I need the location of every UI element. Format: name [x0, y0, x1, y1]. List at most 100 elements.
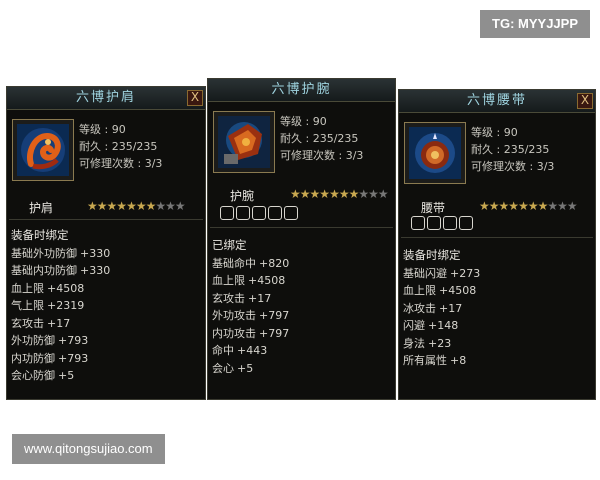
attribute-name: 内功防御 [11, 351, 55, 365]
item-stats: 等级 : 90 耐久 : 235/235 可修理次数 : 3/3 [471, 124, 554, 175]
attribute-value: +2319 [47, 299, 85, 312]
item-tooltip-wrist: 六博护腕 等级 : 90 耐久 : 235/235 可修理次数 : 3/3 护腕… [207, 78, 396, 400]
star-icon: ★ [338, 187, 350, 201]
item-name: 护腕 [230, 189, 255, 203]
attribute-row: 气上限 +2319 [11, 297, 201, 315]
attribute-value: +4508 [47, 281, 85, 295]
attribute-row: 血上限 +4508 [212, 272, 391, 290]
attribute-row: 基础内功防御 +330 [11, 262, 201, 280]
attribute-row: 会心防御 +5 [11, 367, 201, 385]
attribute-name: 外功防御 [11, 334, 55, 347]
attribute-row: 基础外功防御 +330 [11, 245, 201, 263]
attribute-name: 内功攻击 [212, 326, 256, 340]
attribute-name: 会心防御 [11, 369, 55, 382]
attribute-value: +443 [237, 344, 268, 357]
attribute-name: 气上限 [11, 299, 44, 312]
star-icon: ★ [135, 199, 147, 213]
star-rating: ★★★★★★★★★★ [87, 199, 186, 213]
attribute-row: 会心 +5 [212, 360, 391, 378]
star-icon: ★ [498, 199, 510, 213]
level-text: 等级 : 90 [79, 123, 126, 136]
repair-count-text: 可修理次数 : 3/3 [79, 157, 163, 170]
attribute-value: +330 [80, 246, 111, 260]
star-icon: ★ [518, 199, 529, 213]
durability-text: 耐久 : 235/235 [471, 143, 550, 156]
gem-slot[interactable] [252, 206, 266, 220]
attribute-value: +4508 [439, 284, 477, 297]
star-icon: ★ [488, 199, 500, 213]
attribute-value: +797 [259, 326, 290, 340]
attribute-row: 内功攻击 +797 [212, 325, 391, 343]
divider [210, 227, 393, 228]
attribute-row: 命中 +443 [212, 342, 391, 360]
star-icon: ★ [155, 199, 166, 213]
attribute-row: 血上限 +4508 [403, 282, 591, 300]
attribute-name: 基础命中 [212, 256, 256, 270]
star-icon: ★ [329, 187, 340, 201]
attribute-row: 闪避 +148 [403, 317, 591, 335]
attribute-row: 外功防御 +793 [11, 332, 201, 350]
close-button[interactable]: X [187, 90, 203, 106]
gem-slot[interactable] [459, 216, 473, 230]
attribute-name: 基础内功防御 [11, 264, 77, 277]
attribute-name: 所有属性 [403, 354, 447, 367]
divider [9, 219, 203, 220]
attribute-name: 闪避 [403, 319, 425, 332]
item-tooltip-belt: 六博腰带 X 等级 : 90 耐久 : 235/235 可修理次数 : 3/3 … [398, 89, 596, 400]
attribute-value: +148 [428, 319, 459, 332]
close-button[interactable]: X [577, 93, 593, 109]
star-icon: ★ [290, 187, 301, 201]
attribute-list: 装备时绑定 基础外功防御 +330 基础内功防御 +330 血上限 +4508 气上限 +23… [11, 227, 201, 385]
attribute-value: +4508 [248, 274, 286, 287]
panel-title-text: 六博护肩 [75, 90, 136, 105]
item-stats: 等级 : 90 耐久 : 235/235 可修理次数 : 3/3 [280, 113, 363, 164]
durability-text: 耐久 : 235/235 [79, 140, 158, 153]
gem-slot[interactable] [220, 206, 234, 220]
gem-slot[interactable] [284, 206, 298, 220]
attribute-value: +5 [58, 369, 75, 382]
attribute-row: 血上限 +4508 [11, 280, 201, 298]
attribute-row: 冰攻击 +17 [403, 300, 591, 318]
attribute-name: 命中 [212, 344, 234, 357]
level-text: 等级 : 90 [280, 115, 327, 128]
star-icon: ★ [126, 199, 137, 213]
gem-slot[interactable] [236, 206, 250, 220]
attribute-name: 外功攻击 [212, 309, 256, 322]
shoulder-armor-icon [12, 119, 74, 181]
attribute-value: +8 [450, 354, 467, 367]
star-icon: ★ [508, 199, 519, 213]
star-icon: ★ [174, 199, 186, 213]
attribute-row: 玄攻击 +17 [11, 315, 201, 333]
attribute-value: +5 [237, 361, 254, 375]
star-icon: ★ [547, 199, 558, 213]
gem-slot[interactable] [411, 216, 425, 230]
star-icon: ★ [116, 199, 127, 213]
bind-status: 装备时绑定 [11, 228, 69, 242]
item-name: 腰带 [421, 201, 446, 215]
watermark-bottom: www.qitongsujiao.com [12, 434, 165, 464]
attribute-list: 装备时绑定 基础闪避 +273 血上限 +4508 冰攻击 +17 闪避 +148 身法 +23 所… [403, 247, 591, 370]
level-text: 等级 : 90 [471, 126, 518, 139]
star-icon: ★ [358, 187, 369, 201]
attribute-row: 内功防御 +793 [11, 350, 201, 368]
star-icon: ★ [537, 199, 549, 213]
attribute-name: 身法 [403, 336, 425, 350]
star-icon: ★ [309, 187, 321, 201]
attribute-list: 已绑定 基础命中 +820 血上限 +4508 玄攻击 +17 外功攻击 +797 内功攻击 +7… [212, 237, 391, 377]
gem-slot[interactable] [427, 216, 441, 230]
attribute-row: 身法 +23 [403, 335, 591, 353]
attribute-value: +273 [450, 266, 481, 280]
durability-text: 耐久 : 235/235 [280, 132, 359, 145]
star-icon: ★ [96, 199, 108, 213]
star-icon: ★ [377, 187, 389, 201]
attribute-row: 基础命中 +820 [212, 255, 391, 273]
attribute-name: 冰攻击 [403, 301, 436, 315]
gem-slot[interactable] [443, 216, 457, 230]
star-icon: ★ [319, 187, 330, 201]
star-icon: ★ [557, 199, 568, 213]
bind-status: 装备时绑定 [403, 248, 461, 262]
attribute-name: 会心 [212, 361, 234, 375]
star-icon: ★ [165, 199, 176, 213]
gem-slot[interactable] [268, 206, 282, 220]
star-icon: ★ [479, 199, 490, 213]
